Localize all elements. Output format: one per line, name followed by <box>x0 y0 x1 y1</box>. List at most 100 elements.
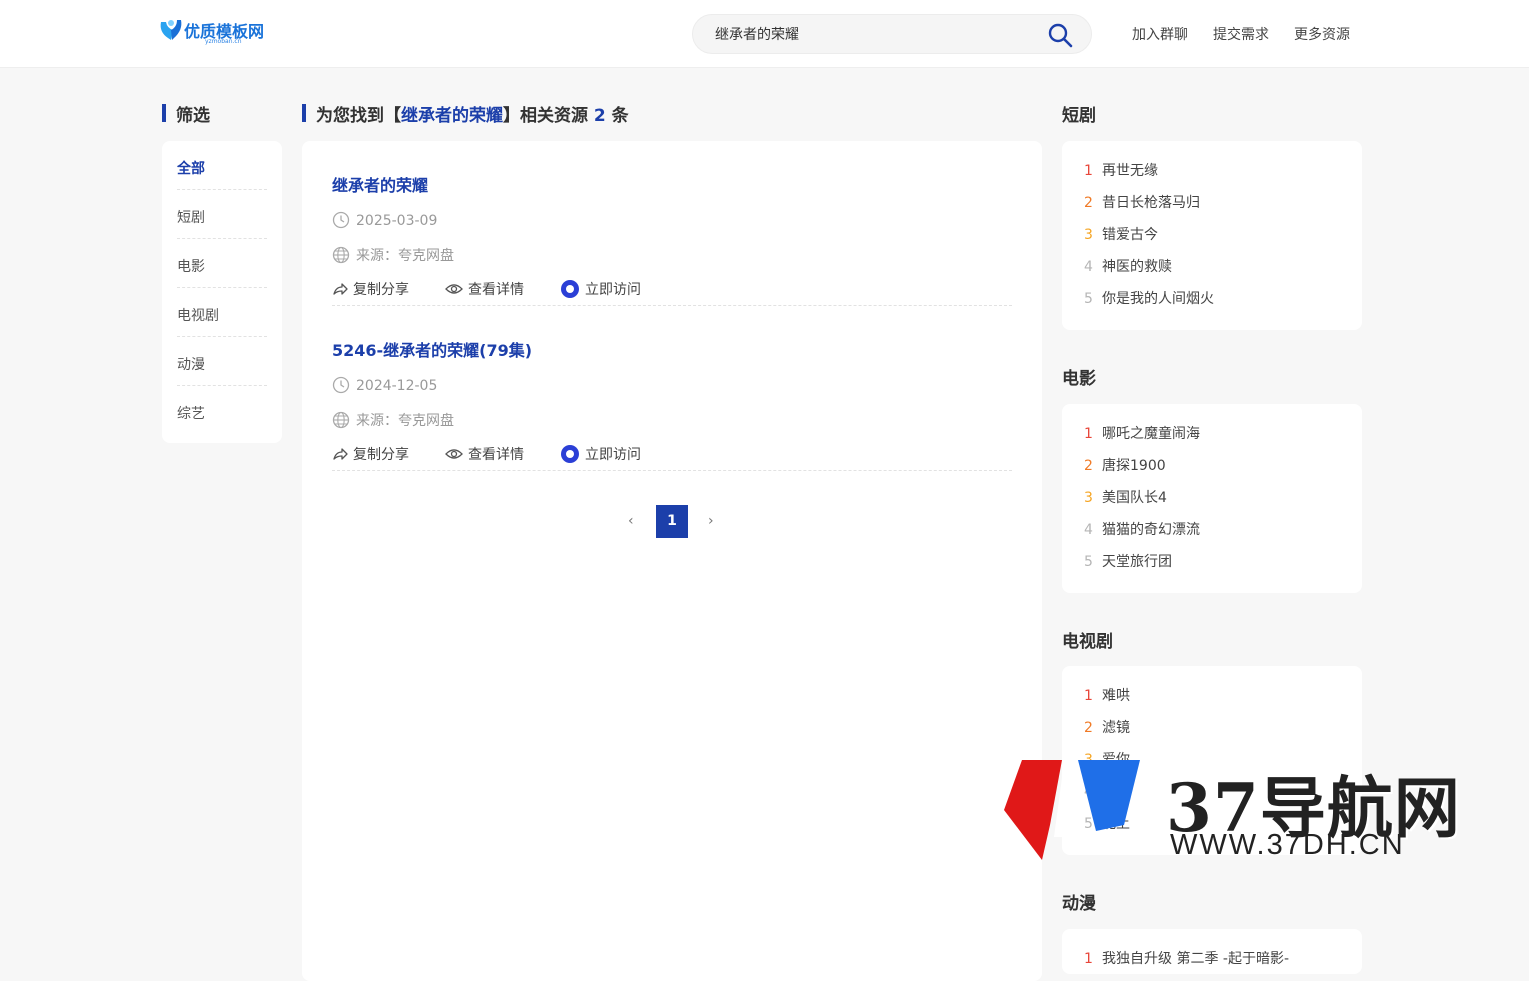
share-icon <box>333 283 348 295</box>
result-source: 来源：夸克网盘 <box>332 410 454 430</box>
current-page[interactable]: 1 <box>656 505 688 538</box>
rank-number: 3 <box>1084 490 1093 506</box>
rank-label: 昔日长枪落马归 <box>1102 195 1200 211</box>
visit-now-label: 立即访问 <box>585 447 641 463</box>
rank-number: 4 <box>1084 522 1093 538</box>
eye-icon <box>445 284 463 294</box>
nav-more-resources[interactable]: 更多资源 <box>1294 24 1350 44</box>
heading-suffix: 条 <box>605 106 629 126</box>
nav-join-group[interactable]: 加入群聊 <box>1132 24 1188 44</box>
rank-label: 美国队长4 <box>1102 490 1167 506</box>
rank-item[interactable]: 5 你是我的人间烟火 <box>1084 283 1362 315</box>
clock-icon <box>332 376 350 394</box>
logo-icon <box>160 20 182 40</box>
rank-number: 5 <box>1084 554 1093 570</box>
rank-label: 猫猫的奇幻漂流 <box>1102 522 1200 538</box>
visit-now-label: 立即访问 <box>585 282 641 298</box>
copy-share-button[interactable]: 复制分享 <box>332 444 409 464</box>
top-header: 优质模板网 yzmoban.cn 加入群聊 提交需求 更多资源 <box>0 0 1529 68</box>
heading-prefix: 为您找到【 <box>316 106 401 126</box>
rank-item[interactable]: 2 昔日长枪落马归 <box>1084 187 1362 219</box>
rank-number: 1 <box>1084 426 1093 442</box>
results-heading: 为您找到【继承者的荣耀】相关资源 2 条 <box>302 101 629 126</box>
share-icon <box>333 448 348 460</box>
view-detail-label: 查看详情 <box>468 282 524 298</box>
globe-icon <box>332 246 350 264</box>
next-page-button[interactable]: › <box>708 513 714 529</box>
rank-item[interactable]: 4 猫猫的奇幻漂流 <box>1084 514 1362 546</box>
site-watermark: 37导航网 WWW.37DH.CN <box>1000 755 1525 870</box>
filter-title: 筛选 <box>162 101 210 126</box>
rank-title-movie: 电影 <box>1062 369 1096 389</box>
rank-item[interactable]: 4 神医的救赎 <box>1084 251 1362 283</box>
view-detail-button[interactable]: 查看详情 <box>445 444 524 464</box>
logo-subtext: yzmoban.cn <box>205 38 242 45</box>
visit-now-button[interactable]: 立即访问 <box>560 444 641 464</box>
result-item: 继承者的荣耀 2025-03-09 来源：夸克网盘 复制分享 查看详情 立即访问 <box>332 141 1012 306</box>
rank-number: 2 <box>1084 195 1093 211</box>
filter-item-short-drama[interactable]: 短剧 <box>177 190 267 239</box>
rank-item[interactable]: 1 再世无缘 <box>1084 155 1362 187</box>
rank-number: 5 <box>1084 291 1093 307</box>
clock-icon <box>332 211 350 229</box>
search-box <box>692 14 1092 54</box>
view-detail-button[interactable]: 查看详情 <box>445 279 524 299</box>
result-actions: 复制分享 查看详情 立即访问 <box>332 444 677 464</box>
filter-item-all[interactable]: 全部 <box>177 141 267 190</box>
visit-now-button[interactable]: 立即访问 <box>560 279 641 299</box>
result-source: 来源：夸克网盘 <box>332 245 454 265</box>
rank-item[interactable]: 2 唐探1900 <box>1084 450 1362 482</box>
rank-list-anime: 1 我独自升级 第二季 -起于暗影- <box>1062 929 1362 974</box>
globe-icon <box>332 411 350 429</box>
rank-label: 滤镜 <box>1102 720 1130 736</box>
nav-submit-request[interactable]: 提交需求 <box>1213 24 1269 44</box>
rank-label: 错爱古今 <box>1102 227 1158 243</box>
rank-label: 神医的救赎 <box>1102 259 1172 275</box>
rank-item[interactable]: 1 难哄 <box>1084 680 1362 712</box>
search-icon[interactable] <box>1047 22 1073 48</box>
result-date-text: 2024-12-05 <box>356 378 438 394</box>
result-title[interactable]: 5246-继承者的荣耀(79集) <box>332 337 532 361</box>
heading-middle: 】相关资源 <box>503 106 594 126</box>
rank-list-short-drama: 1 再世无缘 2 昔日长枪落马归 3 错爱古今 4 神医的救赎 5 你是我的人间烟火 <box>1062 141 1362 330</box>
copy-share-label: 复制分享 <box>353 447 409 463</box>
rank-label: 唐探1900 <box>1102 458 1166 474</box>
view-detail-label: 查看详情 <box>468 447 524 463</box>
visit-icon <box>561 280 579 298</box>
rank-label: 再世无缘 <box>1102 163 1158 179</box>
result-item: 5246-继承者的荣耀(79集) 2024-12-05 来源：夸克网盘 复制分享 <box>332 306 1012 471</box>
prev-page-button[interactable]: ‹ <box>628 513 634 529</box>
rank-item[interactable]: 1 哪吒之魔童闹海 <box>1084 418 1362 450</box>
rank-item[interactable]: 2 滤镜 <box>1084 712 1362 744</box>
rank-item[interactable]: 3 错爱古今 <box>1084 219 1362 251</box>
result-title[interactable]: 继承者的荣耀 <box>332 172 428 196</box>
watermark-url: WWW.37DH.CN <box>1170 829 1405 861</box>
copy-share-label: 复制分享 <box>353 282 409 298</box>
rank-label: 难哄 <box>1102 688 1130 704</box>
copy-share-button[interactable]: 复制分享 <box>332 279 409 299</box>
rank-label: 你是我的人间烟火 <box>1102 291 1214 307</box>
rank-number: 1 <box>1084 951 1093 967</box>
filter-item-movie[interactable]: 电影 <box>177 239 267 288</box>
rank-number: 1 <box>1084 688 1093 704</box>
rank-item[interactable]: 1 我独自升级 第二季 -起于暗影- <box>1084 943 1362 975</box>
rank-title-short-drama: 短剧 <box>1062 106 1096 126</box>
rank-label: 天堂旅行团 <box>1102 554 1172 570</box>
result-date: 2025-03-09 <box>332 211 437 229</box>
rank-number: 4 <box>1084 259 1093 275</box>
search-input[interactable] <box>715 23 1035 45</box>
filter-panel: 全部 短剧 电影 电视剧 动漫 综艺 <box>162 141 282 443</box>
result-date: 2024-12-05 <box>332 376 437 394</box>
site-logo[interactable]: 优质模板网 yzmoban.cn <box>158 16 278 48</box>
pagination: ‹ 1 › <box>622 505 722 539</box>
eye-icon <box>445 449 463 459</box>
rank-item[interactable]: 5 天堂旅行团 <box>1084 546 1362 578</box>
rank-number: 3 <box>1084 227 1093 243</box>
result-source-text: 来源：夸克网盘 <box>356 248 454 264</box>
rank-number: 2 <box>1084 458 1093 474</box>
filter-item-variety[interactable]: 综艺 <box>177 386 267 435</box>
filter-item-anime[interactable]: 动漫 <box>177 337 267 386</box>
filter-item-tv[interactable]: 电视剧 <box>177 288 267 337</box>
watermark-logo-icon <box>1004 760 1140 860</box>
rank-item[interactable]: 3 美国队长4 <box>1084 482 1362 514</box>
